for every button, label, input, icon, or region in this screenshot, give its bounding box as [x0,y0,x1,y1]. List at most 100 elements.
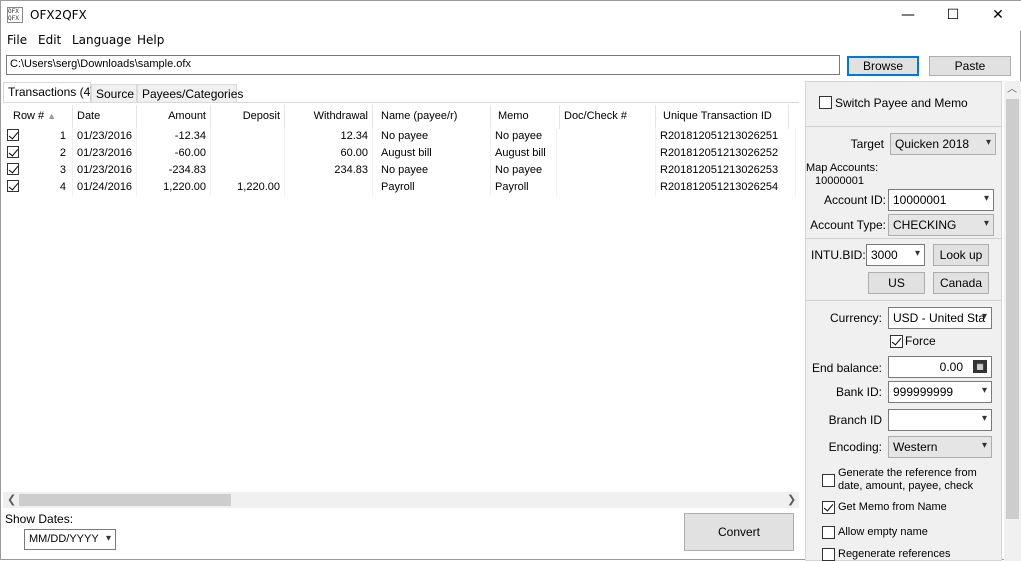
divider [806,238,1001,239]
maximize-button[interactable]: ☐ [930,1,976,31]
encoding-value: Western [893,440,938,454]
menu-bar: File Edit Language Help [1,31,1021,51]
chevron-down-icon: ▾ [981,440,987,451]
menu-file[interactable]: File [7,33,27,47]
intu-bid-select[interactable]: 3000 ▾ [866,244,925,266]
cell-withdrawal: 234.83 [285,162,373,179]
paste-button[interactable]: Paste [929,56,1011,76]
date-format-select[interactable]: MM/DD/YYYY ▾ [24,529,116,550]
cell-memo: No payee [491,162,557,179]
show-dates-label: Show Dates: [5,512,74,526]
branch-id-select[interactable]: ▾ [888,409,992,431]
regenerate-references-label: Regenerate references [838,548,951,560]
cell-deposit [211,128,285,145]
end-balance-input[interactable]: 0.00 ▦ [888,356,992,378]
cell-deposit [211,162,285,179]
canada-button[interactable]: Canada [933,272,989,294]
cell-doc-check [557,179,656,196]
cell-date: 01/24/2016 [73,179,137,196]
cell-memo: Payroll [491,179,557,196]
force-checkbox[interactable] [890,335,903,348]
force-label: Force [905,334,936,348]
tab-payees-categories[interactable]: Payees/Categories [137,84,243,103]
menu-edit[interactable]: Edit [38,33,61,47]
cell-name: No payee [377,128,491,145]
calculator-icon[interactable]: ▦ [973,360,987,373]
account-id-value: 10000001 [893,193,947,207]
cell-amount: -60.00 [137,145,211,162]
currency-value: USD - United Sta [893,311,986,325]
chevron-down-icon: ▾ [981,311,987,322]
vertical-scrollbar[interactable]: ︿ [1004,81,1021,561]
column-header-name[interactable]: Name (payee/r) [377,105,491,129]
us-button[interactable]: US [868,272,925,294]
convert-button[interactable]: Convert [684,513,794,551]
intu-bid-value: 3000 [871,248,898,262]
menu-help[interactable]: Help [137,33,164,47]
table-row[interactable]: 2 01/23/2016 -60.00 60.00 August bill August … [3,145,799,162]
browse-button[interactable]: Browse [847,56,919,76]
generate-reference-checkbox[interactable] [822,474,835,487]
account-type-label: Account Type: [810,218,886,232]
chevron-down-icon: ▾ [981,413,987,424]
scroll-right-icon[interactable]: ❯ [787,493,796,507]
chevron-down-icon: ▾ [983,193,989,204]
allow-empty-name-checkbox[interactable] [822,526,835,539]
encoding-select[interactable]: Western ▾ [888,436,992,458]
column-header-unique-id[interactable]: Unique Transaction ID [659,105,789,129]
switch-payee-memo-label: Switch Payee and Memo [835,96,968,110]
end-balance-value: 0.00 [939,360,963,374]
column-header-doc-check[interactable]: Doc/Check # [560,105,656,129]
map-accounts-value: 10000001 [815,175,864,187]
tab-source[interactable]: Source [91,84,137,103]
cell-date: 01/23/2016 [73,162,137,179]
column-header-deposit[interactable]: Deposit [211,105,285,129]
look-up-button[interactable]: Look up [933,244,989,266]
table-row[interactable]: 4 01/24/2016 1,220.00 1,220.00 Payroll Payrol… [3,179,799,196]
close-button[interactable]: ✕ [975,1,1021,31]
menu-language[interactable]: Language [72,33,131,47]
switch-payee-memo-checkbox[interactable] [819,96,832,109]
currency-label: Currency: [829,311,882,325]
account-type-value: CHECKING [893,218,957,232]
cell-name: No payee [377,162,491,179]
column-header-amount[interactable]: Amount [137,105,211,129]
memo-from-name-label: Get Memo from Name [838,501,947,513]
chevron-down-icon: ▾ [983,218,989,229]
cell-date: 01/23/2016 [73,145,137,162]
column-header-memo[interactable]: Memo [494,105,560,129]
horizontal-scroll-thumb[interactable] [19,494,231,506]
regenerate-references-checkbox[interactable] [822,548,835,561]
table-row[interactable]: 3 01/23/2016 -234.83 234.83 No payee No payee… [3,162,799,179]
minimize-button[interactable]: — [885,1,931,31]
column-header-date[interactable]: Date [73,105,137,129]
transactions-grid: Row # ▲ Date Amount Deposit Withdrawal N… [3,102,799,492]
chevron-down-icon: ▾ [981,385,987,396]
currency-select[interactable]: USD - United Sta ▾ [888,307,992,329]
column-header-row[interactable]: Row # ▲ [3,105,73,129]
vertical-scroll-thumb[interactable] [1006,99,1019,519]
end-balance-label: End balance: [811,361,882,375]
cell-amount: -234.83 [137,162,211,179]
ofx2qfx-app-icon: OFX QFX [7,7,23,23]
scroll-left-icon[interactable]: ❮ [7,493,16,507]
horizontal-scrollbar[interactable]: ❮ ❯ [3,492,799,508]
file-path-input[interactable]: C:\Users\serg\Downloads\sample.ofx [6,55,840,75]
memo-from-name-checkbox[interactable] [822,501,835,514]
column-header-withdrawal[interactable]: Withdrawal [285,105,373,129]
app-window: OFX QFX OFX2QFX — ☐ ✕ File Edit Language… [0,0,1021,561]
cell-withdrawal [285,179,373,196]
target-select[interactable]: Quicken 2018 ▾ [890,133,996,155]
bank-id-value: 999999999 [893,385,954,399]
account-type-select[interactable]: CHECKING ▾ [888,214,994,236]
table-row[interactable]: 1 01/23/2016 -12.34 12.34 No payee No payee R2… [3,128,799,145]
options-panel: Switch Payee and Memo Target Quicken 201… [805,81,1002,561]
cell-amount: -12.34 [137,128,211,145]
account-id-select[interactable]: 10000001 ▾ [888,189,994,211]
title-bar: OFX QFX OFX2QFX — ☐ ✕ [1,1,1021,31]
intu-bid-label: INTU.BID: [811,248,866,262]
scroll-up-icon[interactable]: ︿ [1007,83,1017,97]
cell-unique-id: R201812051213026252 [656,145,796,162]
tab-transactions[interactable]: Transactions (4) [3,82,94,103]
bank-id-select[interactable]: 999999999 ▾ [888,381,992,403]
